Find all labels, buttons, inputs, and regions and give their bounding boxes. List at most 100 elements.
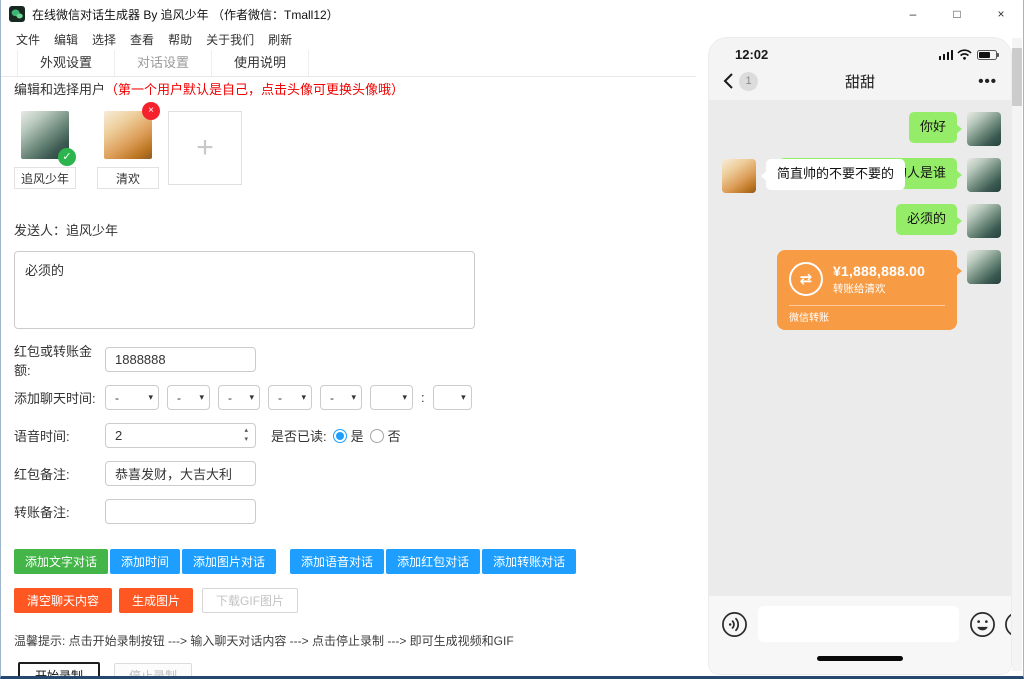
record-buttons: 开始录制 停止录制 <box>14 662 701 679</box>
chat-message-area: 你好 你觉得世界上最帅的人是谁 肯定是清喜 简直帅的不要不要的 必须的 <box>709 100 1011 596</box>
chevron-down-icon: ▾ <box>249 392 254 403</box>
stop-record-button[interactable]: 停止录制 <box>114 663 192 679</box>
chevron-down-icon: ▾ <box>199 392 204 403</box>
chat-text-input[interactable] <box>758 606 959 642</box>
menu-select[interactable]: 选择 <box>85 30 123 49</box>
user-name-friend: 清欢 <box>97 167 159 189</box>
maximize-button[interactable]: □ <box>935 0 979 28</box>
phone-preview: 12:02 甜甜 1 ••• 你 <box>709 38 1011 674</box>
status-icons <box>939 49 998 60</box>
scrollbar[interactable] <box>1012 38 1022 671</box>
time-select-hour[interactable]: ▾ <box>370 385 413 410</box>
time-select-4[interactable]: -▾ <box>268 385 312 410</box>
time-select-3-value: - <box>228 391 232 405</box>
menu-view[interactable]: 查看 <box>123 30 161 49</box>
read-yes-radio[interactable] <box>333 429 347 443</box>
read-yes-label: 是 <box>351 426 364 445</box>
time-select-1-value: - <box>115 391 119 405</box>
user-card-friend[interactable]: × 清欢 <box>97 111 159 189</box>
read-status-group: 是否已读: 是 否 <box>271 426 401 445</box>
emoji-icon[interactable] <box>969 611 996 638</box>
selected-check-icon: ✓ <box>58 148 76 166</box>
time-select-4-value: - <box>278 391 282 405</box>
redpacket-note-input[interactable] <box>105 461 256 486</box>
transfer-note-input[interactable] <box>105 499 256 524</box>
phone-input-bar <box>709 596 1011 674</box>
minimize-button[interactable]: – <box>891 0 935 28</box>
transfer-card: ⇄ ¥1,888,888.00 转账给清欢 微信转账 <box>777 250 957 330</box>
transfer-card-top: ⇄ ¥1,888,888.00 转账给清欢 <box>789 262 945 296</box>
transfer-footer: 微信转账 <box>789 305 945 326</box>
message-row: 简直帅的不要不要的 <box>709 159 1011 584</box>
amount-input[interactable] <box>105 347 256 372</box>
action-buttons: 清空聊天内容 生成图片 下载GIF图片 <box>14 588 701 613</box>
avatar <box>722 159 756 193</box>
add-time-button[interactable]: 添加时间 <box>110 549 180 574</box>
transfer-amount: ¥1,888,888.00 <box>833 263 925 279</box>
clear-chat-button[interactable]: 清空聊天内容 <box>14 588 112 613</box>
time-colon: : <box>421 390 425 405</box>
generate-image-button[interactable]: 生成图片 <box>119 588 193 613</box>
stepper-arrows-icon[interactable]: ▴▾ <box>244 426 248 444</box>
users-heading-hint: （第一个用户默认是自己，点击头像可更换头像哦） <box>105 82 404 97</box>
voice-time-input[interactable] <box>105 423 256 448</box>
delete-user-icon[interactable]: × <box>142 102 160 120</box>
chat-time-label: 添加聊天时间: <box>14 388 105 407</box>
add-transfer-dialog-button[interactable]: 添加转账对话 <box>482 549 576 574</box>
avatar <box>967 112 1001 146</box>
time-select-minute[interactable]: ▾ <box>433 385 472 410</box>
download-gif-button[interactable]: 下载GIF图片 <box>202 588 298 613</box>
add-user-button[interactable]: + <box>168 111 242 185</box>
close-button[interactable]: × <box>979 0 1023 28</box>
message-bubble: 简直帅的不要不要的 <box>766 159 905 190</box>
redpacket-note-label: 红包备注: <box>14 464 105 483</box>
time-select-3[interactable]: -▾ <box>218 385 260 410</box>
scrollbar-thumb[interactable] <box>1012 48 1022 106</box>
amount-row: 红包或转账金额: <box>14 347 701 372</box>
plus-attach-icon[interactable] <box>1004 611 1011 638</box>
editor-panel: 编辑和选择用户（第一个用户默认是自己，点击头像可更换头像哦） ✓ 追风少年 × … <box>1 59 701 676</box>
add-image-dialog-button[interactable]: 添加图片对话 <box>182 549 276 574</box>
add-text-dialog-button[interactable]: 添加文字对话 <box>14 549 108 574</box>
phone-status-bar: 12:02 <box>709 38 1011 62</box>
voice-input-icon[interactable] <box>721 611 748 638</box>
chevron-down-icon: ▾ <box>301 392 306 403</box>
users-section-heading: 编辑和选择用户（第一个用户默认是自己，点击头像可更换头像哦） <box>14 79 701 98</box>
time-select-5[interactable]: -▾ <box>320 385 362 410</box>
amount-label: 红包或转账金额: <box>14 341 105 379</box>
add-voice-dialog-button[interactable]: 添加语音对话 <box>290 549 384 574</box>
signal-icon <box>939 50 954 60</box>
message-textarea[interactable]: 必须的 <box>14 251 475 329</box>
transfer-arrows-icon: ⇄ <box>789 262 823 296</box>
voice-time-stepper: ▴▾ <box>105 423 256 448</box>
time-select-2-value: - <box>177 391 181 405</box>
chat-title: 甜甜 <box>709 71 1011 92</box>
read-no-radio[interactable] <box>370 429 384 443</box>
menu-refresh[interactable]: 刷新 <box>261 30 299 49</box>
transfer-note-row: 转账备注: <box>14 499 701 524</box>
menu-about[interactable]: 关于我们 <box>199 30 261 49</box>
read-no-label: 否 <box>388 426 401 445</box>
time-select-1[interactable]: -▾ <box>105 385 159 410</box>
voice-time-label: 语音时间: <box>14 426 105 445</box>
message-row: 你好 <box>719 112 1001 146</box>
window-controls: – □ × <box>891 0 1023 28</box>
menu-edit[interactable]: 编辑 <box>47 30 85 49</box>
add-redpacket-dialog-button[interactable]: 添加红包对话 <box>386 549 480 574</box>
user-avatar-self[interactable]: ✓ <box>21 111 69 159</box>
redpacket-note-row: 红包备注: <box>14 461 701 486</box>
menu-file[interactable]: 文件 <box>9 30 47 49</box>
users-heading-text: 编辑和选择用户 <box>14 82 105 97</box>
window-title: 在线微信对话生成器 By 追风少年 （作者微信：Tmall12） <box>32 6 339 23</box>
time-select-2[interactable]: -▾ <box>167 385 210 410</box>
transfer-note-label: 转账备注: <box>14 502 105 521</box>
home-indicator <box>817 656 903 661</box>
user-name-self: 追风少年 <box>14 167 76 189</box>
start-record-button[interactable]: 开始录制 <box>18 662 100 679</box>
chevron-down-icon: ▾ <box>351 392 356 403</box>
battery-icon <box>977 50 997 60</box>
wifi-icon <box>957 49 972 60</box>
user-avatar-friend[interactable]: × <box>104 111 152 159</box>
user-card-self[interactable]: ✓ 追风少年 <box>14 111 76 189</box>
menu-help[interactable]: 帮助 <box>161 30 199 49</box>
